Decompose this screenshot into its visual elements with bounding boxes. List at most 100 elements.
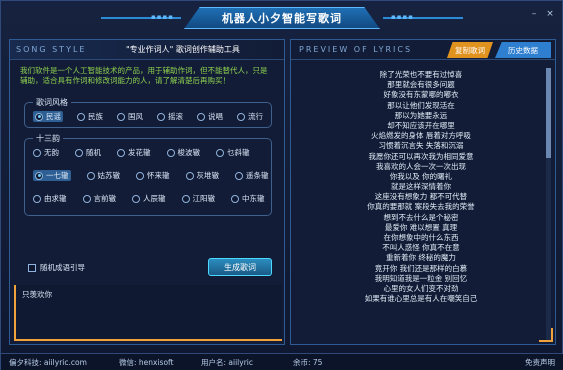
title-dots-right: ▪▪▪▪ <box>391 13 414 21</box>
style-options: 民谣 民族 国风 摇滚 说唱 流行 <box>33 111 263 122</box>
style-option-yaogun[interactable]: 摇滚 <box>157 111 183 122</box>
generate-lyrics-button[interactable]: 生成歌词 <box>208 258 272 276</box>
lyric-line: 就是这样深情着你 <box>391 182 451 192</box>
style-option-minyao[interactable]: 民谣 <box>33 111 63 122</box>
footer-brand[interactable]: 偏夕科技: aiilyric.com <box>9 357 87 368</box>
radio-dot <box>35 171 43 180</box>
rhyme-option[interactable]: 怀来辙 <box>136 170 170 181</box>
checkbox-box <box>28 263 36 272</box>
intro-text: 我们软件是一个人工智能技术的产品，用于辅助作词，但不能替代人，只是辅助，适合具有… <box>20 66 268 85</box>
song-style-panel: SONG STYLE "专业作词人" 歌词创作辅助工具 我们软件是一个人工智能技… <box>9 39 285 345</box>
lyric-line: 心里的女人们变不对劲 <box>383 283 459 293</box>
rhyme-option[interactable]: 姑苏辙 <box>86 170 120 181</box>
app-window: ▪▪▪▪ ▪▪▪▪ 机器人小夕智能写歌词 – × SONG STYLE "专业作… <box>0 0 563 370</box>
lyric-line: 如果有谁心里总是有人在嘲笑自己 <box>364 294 478 304</box>
rhyme-option[interactable]: 言前辙 <box>82 193 116 204</box>
status-bar: 偏夕科技: aiilyric.com 微信: henxisoft 用户名: ai… <box>1 353 563 370</box>
style-option-shuochang[interactable]: 说唱 <box>197 111 223 122</box>
lyric-line: 不叫人惑怪 你真不在意 <box>382 243 460 253</box>
lyric-line: 那里就会有很多问题 <box>387 80 455 90</box>
radio-dot <box>185 171 194 180</box>
rhyme-option[interactable]: 人辰辙 <box>132 193 166 204</box>
radio-dot <box>117 148 125 157</box>
radio-dot <box>197 112 205 121</box>
lyric-line: 那以为她要永远 <box>394 110 448 120</box>
rhyme-option-selected[interactable]: 一七辙 <box>33 170 71 181</box>
radio-dot <box>77 112 85 121</box>
lyric-line: 习惯着沉言失 失落和沉溺 <box>378 141 464 151</box>
rhyme-option[interactable]: 随机 <box>75 147 101 158</box>
radio-dot <box>216 148 224 157</box>
seed-text-input[interactable]: 只羡欢你 <box>14 285 282 341</box>
lyric-line: 在你想象中的什么东西 <box>383 233 459 242</box>
lyric-line: 最爱你 难以想置 真理 <box>384 222 458 232</box>
lyric-line: 我愿你还可以再次我为相同爱意 <box>368 151 474 161</box>
lyric-line: 竟开你 我们还是那样的白慕 <box>374 263 468 273</box>
lyric-line: 除了光荣也不要有过悼喜 <box>379 70 463 79</box>
rhyme-option[interactable]: 中东辙 <box>231 193 265 204</box>
radio-dot <box>35 112 43 121</box>
footer-balance: 余币: 75 <box>293 358 323 367</box>
preview-title: PREVIEW OF LYRICS <box>299 45 413 54</box>
style-option-minzu[interactable]: 民族 <box>77 111 103 122</box>
rhyme-option[interactable]: 梭波辙 <box>166 147 200 158</box>
radio-dot <box>75 148 83 157</box>
close-icon[interactable]: × <box>545 9 555 19</box>
radio-dot <box>132 194 140 203</box>
lyric-line: 这座没有想象力 都不可代替 <box>374 192 468 202</box>
app-title: 机器人小夕智能写歌词 <box>222 12 342 25</box>
lyric-style-legend: 歌词风格 <box>33 97 71 108</box>
lyric-line: 我喜欢的人会一次一次出现 <box>376 161 466 171</box>
radio-dot <box>33 194 41 203</box>
lyric-line: 你真的要那就 案段失去我的荣誉 <box>367 202 475 212</box>
minimize-icon[interactable]: – <box>529 9 539 19</box>
lyric-line: 好象没有东蒙哪的嘟衣 <box>383 90 459 100</box>
lyrics-list: 除了光荣也不要有过悼喜 那里就会有很多问题 好象没有东蒙哪的嘟衣 那以让他们发现活在那… <box>301 70 541 340</box>
tab-copy-lyrics[interactable]: 复制歌词 <box>447 42 493 58</box>
seed-text-value: 只羡欢你 <box>22 290 52 299</box>
lyric-line: 我明知道我是一粒金 别回忆 <box>374 273 468 283</box>
footer-disclaimer[interactable]: 免责声明 <box>525 357 555 368</box>
rhyme-option[interactable]: 由求辙 <box>33 193 67 204</box>
footer-username: 用户名: aiilyric <box>201 358 253 367</box>
rhyme-row-3: 由求辙 言前辙 人辰辙 江阳辙 中东辙 <box>33 193 265 204</box>
style-option-guofeng[interactable]: 国风 <box>117 111 143 122</box>
radio-dot <box>136 171 144 180</box>
scroll-thumb[interactable] <box>546 68 551 158</box>
random-idiom-label: 随机成语引导 <box>40 263 85 272</box>
lyrics-scrollbar[interactable] <box>546 68 551 340</box>
radio-dot <box>157 112 165 121</box>
lyric-line: 却不知应该开在哪里 <box>387 120 455 130</box>
rhyme-option[interactable]: 灰堆辙 <box>185 170 219 181</box>
tab-history-data[interactable]: 历史数据 <box>495 42 551 58</box>
title-dots-left: ▪▪▪▪ <box>151 13 174 21</box>
random-idiom-checkbox[interactable]: 随机成语引导 <box>28 262 85 273</box>
rhyme-option[interactable]: 无韵 <box>33 147 59 158</box>
app-title-bar: 机器人小夕智能写歌词 <box>184 7 380 29</box>
radio-dot <box>166 148 175 157</box>
song-style-title: SONG STYLE <box>16 45 87 54</box>
lyric-line: 重新着你 终秘的魔力 <box>386 253 456 263</box>
rhyme-legend: 十三韵 <box>33 133 63 144</box>
song-style-header: SONG STYLE "专业作词人" 歌词创作辅助工具 <box>10 40 284 60</box>
lyric-style-group: 歌词风格 民谣 民族 国风 摇滚 说唱 流行 <box>24 97 272 128</box>
style-option-liuxing[interactable]: 流行 <box>237 111 263 122</box>
preview-panel: PREVIEW OF LYRICS 复制歌词 历史数据 除了光荣也不要有过悼喜那… <box>290 39 556 345</box>
lyric-line: 你我以及 你的曙礼 <box>389 171 453 181</box>
radio-dot <box>181 194 190 203</box>
radio-dot <box>117 112 125 121</box>
rhyme-option[interactable]: 遥条辙 <box>235 170 269 181</box>
rhyme-option[interactable]: 发花辙 <box>117 147 151 158</box>
radio-dot <box>235 171 243 180</box>
rhyme-row-1: 无韵 随机 发花辙 梭波辙 乜斜辙 <box>33 147 250 158</box>
radio-dot <box>82 194 91 203</box>
lyric-line: 想到不去什么是个秘密 <box>383 212 459 222</box>
rhyme-option[interactable]: 乜斜辙 <box>216 147 250 158</box>
radio-dot <box>33 148 41 157</box>
rhyme-option[interactable]: 江阳辙 <box>181 193 215 204</box>
corner-decor <box>539 328 553 342</box>
lyric-line: 火焰燃发的身体 唇着对方呼吸 <box>371 131 471 141</box>
rhyme-row-2: 一七辙 姑苏辙 怀来辙 灰堆辙 遥条辙 <box>33 170 269 181</box>
lyric-line: 那以让他们发现活在 <box>387 100 455 110</box>
radio-dot <box>237 112 245 121</box>
